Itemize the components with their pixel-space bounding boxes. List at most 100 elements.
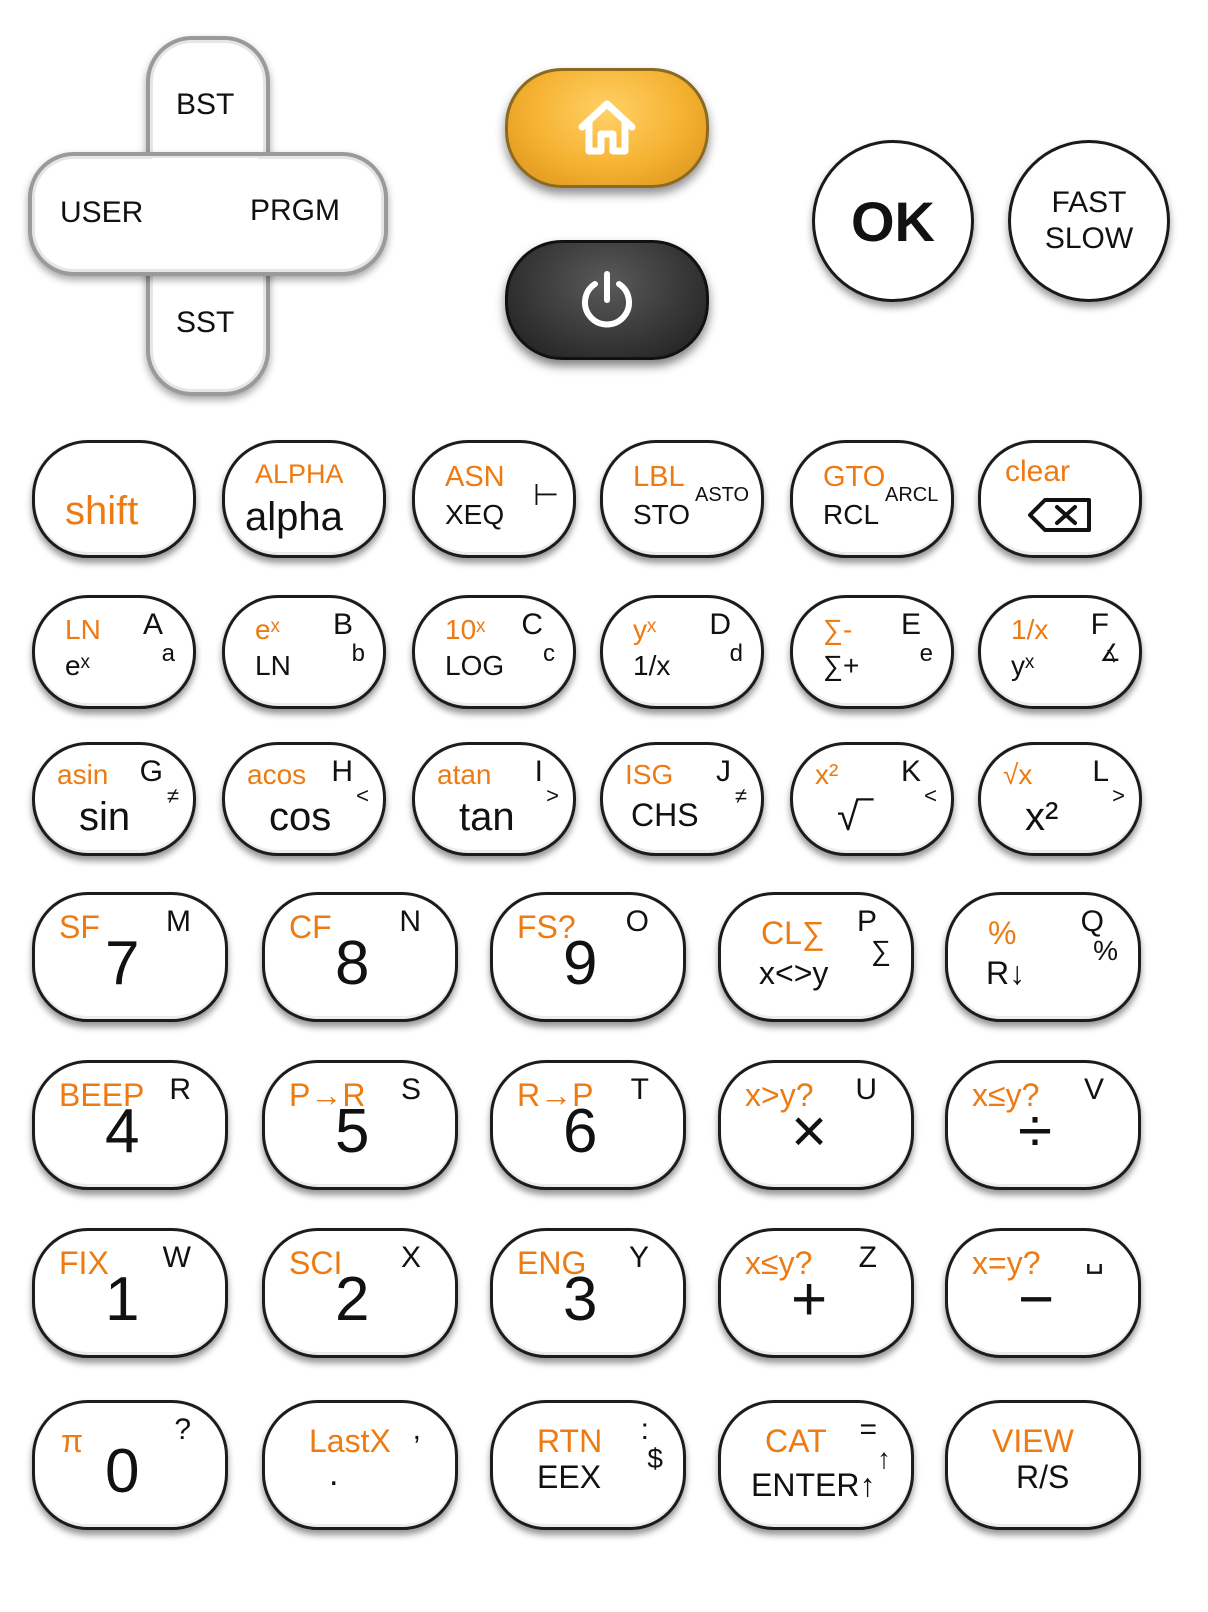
square-key[interactable]: √x x² L >: [978, 742, 1142, 856]
alpha-letter: :: [640, 1413, 649, 1446]
primary-label: EEX: [537, 1459, 602, 1495]
reciprocal-key[interactable]: 1/x yˣ F ∡: [978, 595, 1142, 709]
primary-label: −: [1018, 1265, 1055, 1334]
shift-key[interactable]: shift: [32, 440, 196, 558]
alpha-letter: V: [1083, 1073, 1104, 1106]
backspace-icon: [1028, 498, 1091, 532]
alpha-key[interactable]: ALPHA alpha: [222, 440, 386, 558]
shifted-label: ∑-: [823, 614, 853, 645]
eex-key[interactable]: RTN EEX: $: [490, 1400, 686, 1530]
rcl-key[interactable]: GTO RCL ARCL: [790, 440, 954, 558]
primary-label: 2: [335, 1265, 370, 1334]
primary-label: 7: [105, 929, 140, 998]
xeq-key[interactable]: ASN XEQ ⊢: [412, 440, 576, 558]
alpha-letter: W: [162, 1241, 191, 1274]
alpha-label: <: [924, 783, 937, 808]
primary-label: yˣ: [1011, 650, 1035, 681]
run-stop-key[interactable]: VIEW R/S: [945, 1400, 1141, 1530]
minus-key[interactable]: x=y? − ␣: [945, 1228, 1141, 1358]
primary-label: RCL: [823, 499, 880, 530]
roll-down-key[interactable]: % R↓ Q%: [945, 892, 1141, 1022]
sin-key[interactable]: asin sin G ≠: [32, 742, 196, 856]
shifted-label: GTO: [823, 461, 886, 493]
primary-label: +: [791, 1265, 828, 1334]
home-button[interactable]: [505, 68, 709, 188]
alpha-letter: Q: [1080, 905, 1104, 938]
decimal-key[interactable]: LastX.,: [262, 1400, 458, 1530]
primary-label: eˣ: [65, 650, 90, 681]
shifted-label: LBL: [633, 461, 685, 493]
alpha-label: ASTO: [695, 484, 750, 506]
digit-7-key[interactable]: SF 7 M: [32, 892, 228, 1022]
primary-label: x<>y: [759, 955, 829, 991]
shift-label: shift: [65, 489, 139, 533]
alpha-label: >: [546, 783, 559, 808]
alpha-label: ≠: [166, 783, 179, 808]
alpha-letter: Z: [858, 1241, 877, 1274]
shifted-label: yˣ: [633, 614, 657, 645]
chs-key[interactable]: ISG CHS J ≠: [600, 742, 764, 856]
alpha-letter: H: [331, 755, 353, 788]
prgm-button[interactable]: PRGM: [250, 194, 340, 228]
power-icon: [582, 271, 632, 328]
power-button[interactable]: [505, 240, 709, 360]
swap-key[interactable]: CL∑ x<>y P ∑: [718, 892, 914, 1022]
pow-key[interactable]: yˣ 1/x Dd: [600, 595, 764, 709]
shifted-label: clear: [1005, 455, 1071, 488]
shifted-label: asin: [57, 759, 109, 790]
alpha-letter: ␣: [1084, 1241, 1104, 1274]
alpha-label: $: [647, 1443, 663, 1474]
primary-label: cos: [269, 795, 332, 839]
alpha-letter: D: [709, 608, 731, 641]
sqrt-key[interactable]: x² √‾ K <: [790, 742, 954, 856]
backspace-key[interactable]: clear: [978, 440, 1142, 558]
digit-0-key[interactable]: π 0?: [32, 1400, 228, 1530]
alpha-letter: Y: [628, 1241, 649, 1274]
sst-button[interactable]: SST: [176, 306, 234, 340]
alpha-label: %: [1093, 935, 1118, 966]
ok-button[interactable]: OK: [812, 140, 974, 302]
shifted-label: acos: [247, 759, 307, 790]
shifted-label: 10ˣ: [445, 614, 486, 645]
primary-label: R/S: [1016, 1459, 1070, 1495]
calculator-keypad: BST USER PRGM SST OK FAST SLOW shift ALPH…: [0, 0, 1208, 1612]
primary-label: 1: [105, 1265, 140, 1334]
sto-key[interactable]: LBL STO ASTO: [600, 440, 764, 558]
alpha-letter: M: [166, 905, 191, 938]
digit-2-key[interactable]: SCI 2 X: [262, 1228, 458, 1358]
digit-8-key[interactable]: CF 8 N: [262, 892, 458, 1022]
primary-label: 9: [563, 929, 598, 998]
enter-key[interactable]: CAT ENTER↑ = ↑: [718, 1400, 914, 1530]
digit-1-key[interactable]: FIX 1 W: [32, 1228, 228, 1358]
plus-key[interactable]: x≤y? + Z: [718, 1228, 914, 1358]
digit-3-key[interactable]: ENG 3 Y: [490, 1228, 686, 1358]
alpha-letter: F: [1090, 608, 1109, 641]
log-key[interactable]: 10ˣ LOG Cc: [412, 595, 576, 709]
navigation-pad: BST USER PRGM SST: [28, 36, 388, 396]
digit-6-key[interactable]: R→P 6 T: [490, 1060, 686, 1190]
tan-key[interactable]: atan tan I >: [412, 742, 576, 856]
alpha-letter: E: [900, 608, 921, 641]
alpha-letter: O: [625, 905, 649, 938]
multiply-key[interactable]: x>y? × U: [718, 1060, 914, 1190]
digit-5-key[interactable]: P→R 5 S: [262, 1060, 458, 1190]
cos-key[interactable]: acos cos H <: [222, 742, 386, 856]
shifted-label: 1/x: [1011, 614, 1049, 645]
alpha-label: ↑: [877, 1443, 891, 1474]
sum-plus-key[interactable]: ∑- ∑+ Ee: [790, 595, 954, 709]
shifted-label: CF: [289, 909, 332, 945]
primary-label: LN: [255, 650, 291, 681]
nav-pad-center: [152, 158, 258, 264]
fast-slow-label: FAST SLOW: [1044, 186, 1134, 255]
alpha-letter: I: [534, 755, 543, 788]
alpha-letter: G: [139, 755, 163, 788]
ln-key[interactable]: eˣ LN Bb: [222, 595, 386, 709]
digit-4-key[interactable]: BEEP 4 R: [32, 1060, 228, 1190]
primary-label: √‾: [837, 795, 873, 839]
user-button[interactable]: USER: [60, 196, 143, 230]
exp-key[interactable]: LN eˣ Aa: [32, 595, 196, 709]
bst-button[interactable]: BST: [176, 88, 234, 122]
fast-slow-button[interactable]: FAST SLOW: [1008, 140, 1170, 302]
divide-key[interactable]: x≤y? ÷ V: [945, 1060, 1141, 1190]
digit-9-key[interactable]: FS? 9 O: [490, 892, 686, 1022]
